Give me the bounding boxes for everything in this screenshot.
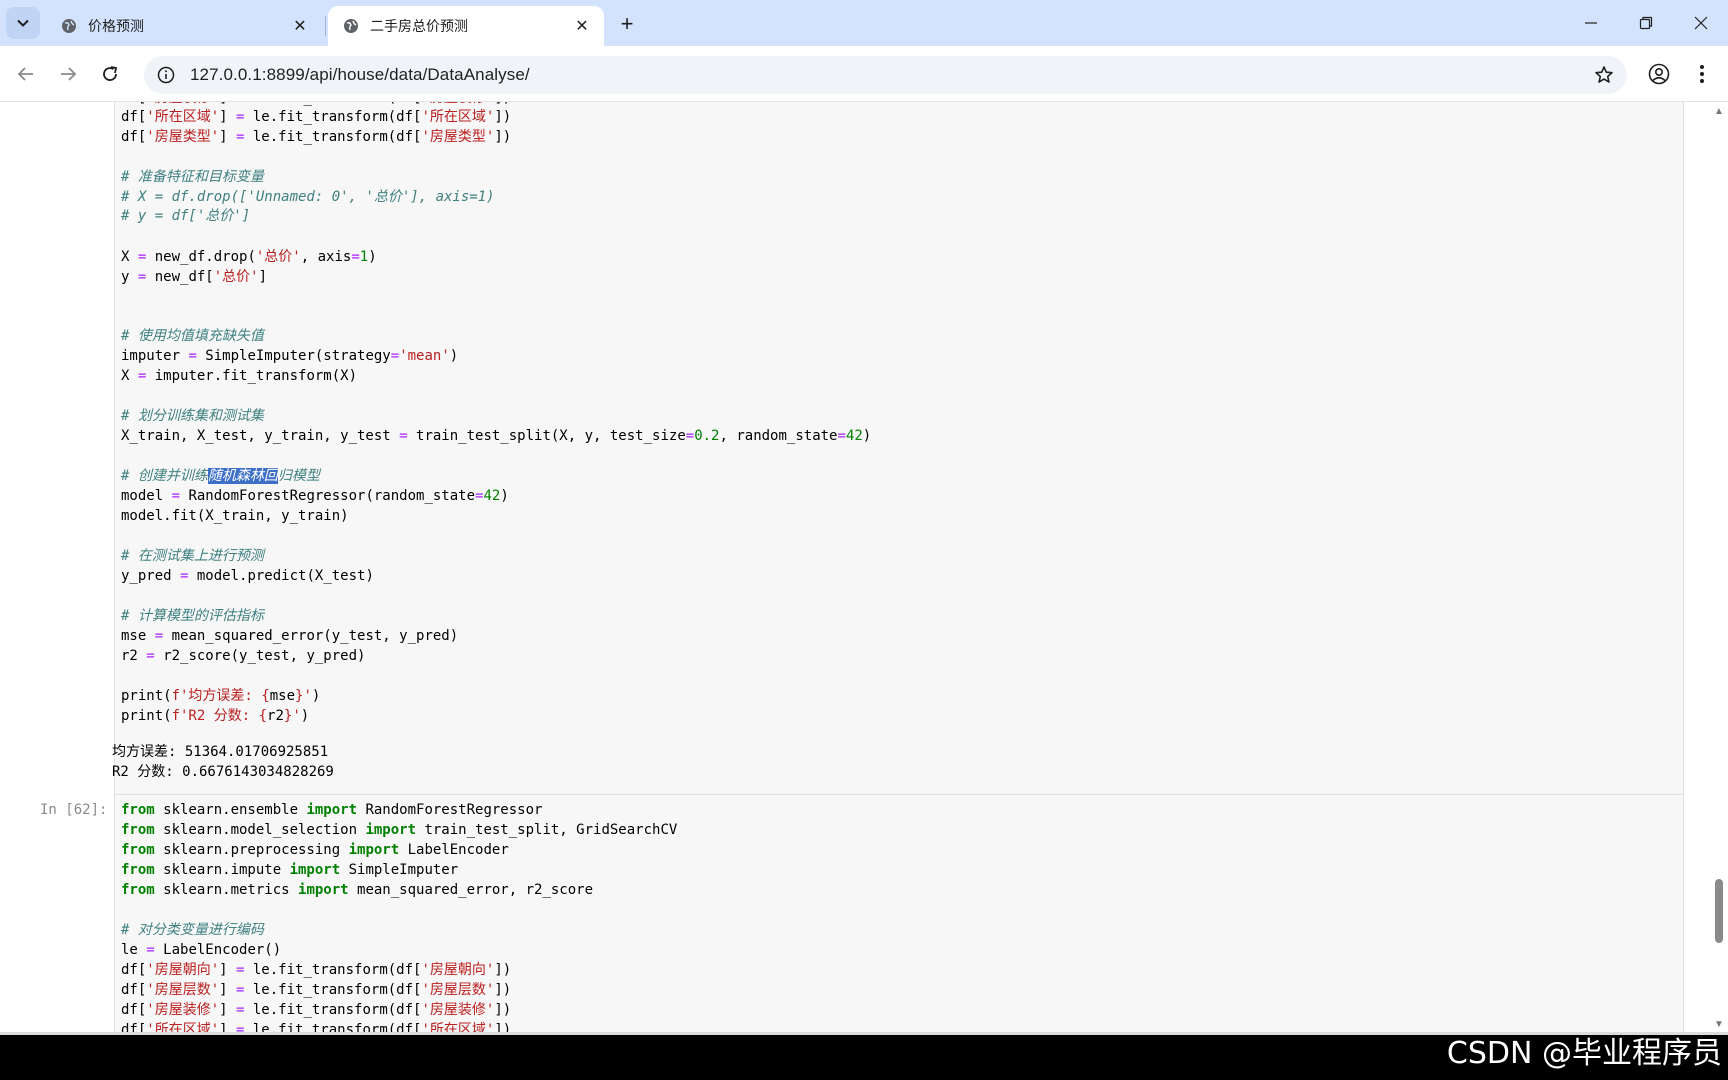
code-line: y = new_df['总价'] bbox=[121, 269, 268, 285]
address-bar[interactable]: 127.0.0.1:8899/api/house/data/DataAnalys… bbox=[144, 56, 1627, 94]
code-comment: # 创建并训练随机森林回归模型 bbox=[121, 468, 320, 484]
tab-house-total-price[interactable]: 二手房总价预测 ✕ bbox=[328, 6, 604, 46]
cell-output-r2: R2 分数: 0.6676143034828269 bbox=[112, 764, 334, 780]
code-line: le = LabelEncoder() bbox=[121, 942, 282, 958]
notebook-viewport: df['房屋装修'] = le.fit_transform(df['房屋装修']… bbox=[0, 102, 1728, 1032]
vertical-scrollbar[interactable]: ▲ ▼ bbox=[1710, 102, 1728, 1032]
site-info-icon[interactable] bbox=[148, 57, 184, 93]
close-icon bbox=[1694, 16, 1708, 30]
code-line: print(f'均方误差: {mse}') bbox=[121, 688, 321, 704]
code-line: df['房屋层数'] = le.fit_transform(df['房屋层数']… bbox=[121, 982, 512, 998]
code-line: from sklearn.preprocessing import LabelE… bbox=[121, 842, 509, 858]
code-line: df['房屋朝向'] = le.fit_transform(df['房屋朝向']… bbox=[121, 962, 512, 978]
more-vertical-icon bbox=[1700, 65, 1704, 83]
code-line: from sklearn.ensemble import RandomFores… bbox=[121, 802, 543, 818]
code-line: df['所在区域'] = le.fit_transform(df['所在区域']… bbox=[121, 1022, 512, 1032]
scrollbar-thumb[interactable] bbox=[1715, 879, 1723, 943]
code-line: X = imputer.fit_transform(X) bbox=[121, 368, 358, 384]
code-comment: # 对分类变量进行编码 bbox=[121, 922, 264, 938]
code-line: df['房屋装修'] = le.fit_transform(df['房屋装修']… bbox=[121, 1002, 512, 1018]
browser-toolbar: 127.0.0.1:8899/api/house/data/DataAnalys… bbox=[0, 46, 1728, 102]
menu-button[interactable] bbox=[1686, 58, 1718, 90]
minimize-button[interactable] bbox=[1564, 0, 1618, 46]
watermark: CSDN @毕业程序员 bbox=[1446, 1036, 1722, 1071]
forward-button[interactable] bbox=[52, 58, 84, 90]
code-line: from sklearn.impute import SimpleImputer bbox=[121, 862, 459, 878]
tab-title: 价格预测 bbox=[88, 18, 144, 34]
new-tab-button[interactable]: + bbox=[614, 11, 640, 37]
code-comment: # y = df['总价'] bbox=[121, 208, 251, 224]
code-comment: # 计算模型的评估指标 bbox=[121, 608, 264, 624]
code-line: model.fit(X_train, y_train) bbox=[121, 508, 349, 524]
code-comment: # X = df.drop(['Unnamed: 0', '总价'], axis… bbox=[121, 189, 495, 205]
tab-strip: 价格预测 ✕ 二手房总价预测 ✕ + bbox=[0, 0, 1728, 46]
globe-icon bbox=[342, 17, 360, 35]
tab-search-button[interactable] bbox=[6, 7, 40, 39]
code-line: imputer = SimpleImputer(strategy='mean') bbox=[121, 348, 459, 364]
cell-prompt: In [62]: bbox=[40, 802, 108, 818]
code-cell-input[interactable] bbox=[114, 102, 1684, 836]
tab-title: 二手房总价预测 bbox=[370, 18, 468, 34]
code-line: X = new_df.drop('总价', axis=1) bbox=[121, 249, 377, 265]
code-line: print(f'R2 分数: {r2}') bbox=[121, 708, 310, 724]
cell-output-mse: 均方误差: 51364.01706925851 bbox=[112, 744, 329, 760]
text-selection: 随机森林回 bbox=[207, 468, 278, 484]
reload-icon bbox=[103, 66, 118, 81]
code-line: df['所在区域'] = le.fit_transform(df['所在区域']… bbox=[121, 109, 512, 125]
globe-icon bbox=[60, 17, 78, 35]
arrow-right-icon bbox=[61, 67, 77, 81]
url-text[interactable]: 127.0.0.1:8899/api/house/data/DataAnalys… bbox=[190, 65, 530, 85]
reload-button[interactable] bbox=[94, 58, 126, 90]
arrow-left-icon bbox=[17, 67, 33, 81]
code-line: r2 = r2_score(y_test, y_pred) bbox=[121, 648, 366, 664]
code-line: y_pred = model.predict(X_test) bbox=[121, 568, 374, 584]
close-window-button[interactable] bbox=[1674, 0, 1728, 46]
code-line: mse = mean_squared_error(y_test, y_pred) bbox=[121, 628, 459, 644]
code-line: model = RandomForestRegressor(random_sta… bbox=[121, 488, 509, 504]
code-line: from sklearn.model_selection import trai… bbox=[121, 822, 678, 838]
chevron-down-icon bbox=[17, 19, 29, 27]
tab-price-prediction[interactable]: 价格预测 ✕ bbox=[46, 6, 322, 46]
profile-button[interactable] bbox=[1643, 58, 1675, 90]
code-comment: # 准备特征和目标变量 bbox=[121, 169, 264, 185]
code-line: from sklearn.metrics import mean_squared… bbox=[121, 882, 594, 898]
bookmark-star-icon[interactable] bbox=[1589, 60, 1619, 90]
code-comment: # 使用均值填充缺失值 bbox=[121, 328, 264, 344]
tab-divider bbox=[325, 16, 326, 36]
code-comment: # 在测试集上进行预测 bbox=[121, 548, 264, 564]
restore-button[interactable] bbox=[1619, 0, 1673, 46]
code-comment: # 划分训练集和测试集 bbox=[121, 408, 264, 424]
code-line: df['房屋类型'] = le.fit_transform(df['房屋类型']… bbox=[121, 129, 512, 145]
code-line: X_train, X_test, y_train, y_test = train… bbox=[121, 428, 872, 444]
minimize-icon bbox=[1585, 22, 1597, 24]
account-icon bbox=[1648, 63, 1670, 85]
scroll-up-arrow-icon[interactable]: ▲ bbox=[1714, 106, 1724, 117]
back-button[interactable] bbox=[10, 58, 42, 90]
close-icon[interactable]: ✕ bbox=[290, 16, 310, 36]
restore-icon bbox=[1639, 16, 1653, 30]
close-icon[interactable]: ✕ bbox=[572, 16, 592, 36]
